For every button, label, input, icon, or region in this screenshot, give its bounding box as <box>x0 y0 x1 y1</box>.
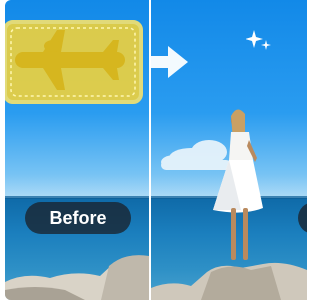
sparkle-icon <box>246 30 271 50</box>
before-badge: Before <box>25 202 131 234</box>
woman-figure <box>213 109 263 260</box>
before-scene <box>5 20 149 300</box>
right-arrow-icon <box>150 46 188 78</box>
before-panel: Before <box>5 0 149 300</box>
airplane-selection-highlight <box>5 20 143 104</box>
